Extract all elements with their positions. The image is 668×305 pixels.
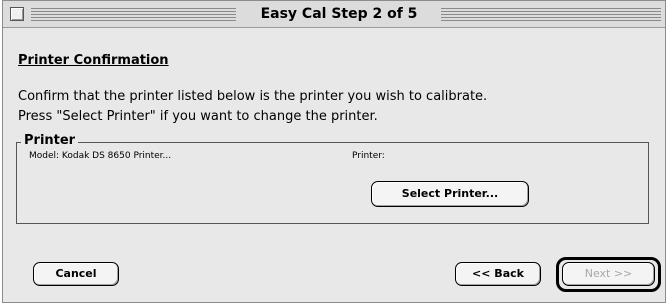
title-bar[interactable]: Easy Cal Step 2 of 5 bbox=[3, 1, 665, 28]
instructions: Confirm that the printer listed below is… bbox=[18, 87, 487, 127]
instruction-line-1: Confirm that the printer listed below is… bbox=[18, 89, 488, 104]
printer-group-label: Printer bbox=[21, 133, 79, 149]
title-bar-stripes-left bbox=[31, 8, 236, 21]
title-bar-stripes-right bbox=[441, 8, 661, 21]
close-box-icon[interactable] bbox=[10, 7, 24, 21]
cancel-button[interactable]: Cancel bbox=[33, 262, 119, 286]
window-title: Easy Cal Step 2 of 5 bbox=[239, 4, 439, 24]
printer-name-label: Printer: bbox=[352, 151, 385, 161]
select-printer-button[interactable]: Select Printer... bbox=[371, 181, 529, 207]
back-button[interactable]: << Back bbox=[455, 262, 541, 286]
next-button[interactable]: Next >> bbox=[562, 262, 655, 286]
section-heading: Printer Confirmation bbox=[18, 53, 169, 68]
printer-model-text: Model: Kodak DS 8650 Printer... bbox=[29, 151, 172, 161]
instruction-line-2: Press "Select Printer" if you want to ch… bbox=[18, 109, 378, 124]
